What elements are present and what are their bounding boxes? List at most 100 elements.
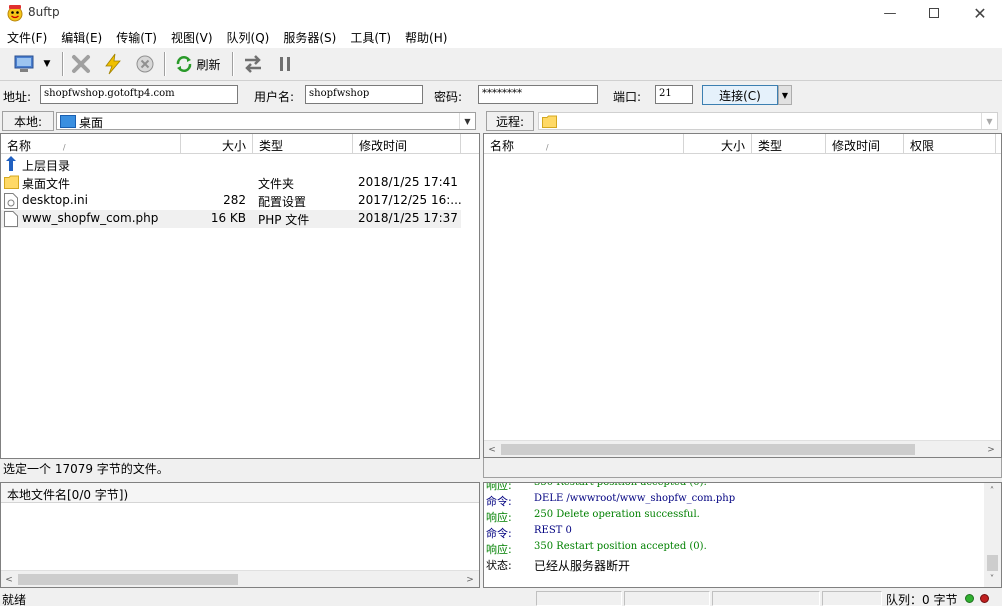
log-entry-message: 已经从服务器断开 — [534, 559, 631, 573]
local-path-text: 桌面 — [79, 116, 104, 130]
address-input[interactable]: shopfwshop.gotoftp4.com — [40, 85, 238, 104]
sort-asc-icon: / — [545, 143, 549, 152]
remote-col-permissions[interactable]: 权限 — [904, 134, 996, 154]
remote-col-type[interactable]: 类型 — [752, 134, 826, 154]
local-col-name[interactable]: 名称 / — [1, 134, 181, 154]
remote-col-name[interactable]: 名称 / — [484, 134, 684, 154]
connect-button[interactable]: 连接(C) — [702, 85, 778, 105]
file-size: 16 KB — [210, 211, 246, 225]
file-modified: 2018/1/25 17:41 — [358, 175, 458, 189]
scroll-right-icon[interactable]: > — [984, 443, 998, 456]
log-entry-message: 250 Delete operation successful. — [534, 509, 700, 520]
scroll-left-icon[interactable]: < — [485, 443, 499, 456]
local-col-size[interactable]: 大小 — [181, 134, 253, 154]
stop-icon — [136, 55, 154, 73]
log-entry-type: 命令: — [486, 495, 512, 508]
site-manager-button[interactable] — [10, 52, 38, 76]
scrollbar-thumb[interactable] — [501, 444, 915, 455]
remote-path-combo[interactable]: ▼ — [538, 112, 998, 130]
local-file-list: 名称 / 大小 类型 修改时间 上层目录 桌面文件 文件夹 2018/1/25 … — [0, 133, 480, 459]
maximize-button[interactable] — [912, 0, 956, 26]
file-row-selected[interactable]: www_shopfw_com.php 16 KB PHP 文件 2018/1/2… — [1, 210, 461, 228]
file-type: PHP 文件 — [258, 213, 310, 227]
scroll-up-icon[interactable]: ˄ — [985, 485, 999, 498]
menu-edit[interactable]: 编辑(E) — [54, 29, 109, 46]
close-icon: ✕ — [973, 3, 987, 23]
remote-col-modified[interactable]: 修改时间 — [826, 134, 904, 154]
menu-transfer[interactable]: 传输(T) — [109, 29, 164, 46]
toolbar-divider — [62, 52, 64, 76]
connect-dropdown-button[interactable]: ▼ — [778, 85, 792, 105]
parent-directory-icon — [4, 156, 20, 175]
menu-tools[interactable]: 工具(T) — [343, 29, 398, 46]
password-input[interactable]: ******** — [478, 85, 598, 104]
toolbar-divider — [232, 52, 234, 76]
username-input[interactable]: shopfwshop — [305, 85, 423, 104]
file-modified: 2018/1/25 17:37 — [358, 211, 458, 225]
receive-led-icon — [980, 594, 989, 603]
chevron-down-icon: ▼ — [43, 59, 51, 69]
sort-asc-icon: / — [62, 143, 66, 152]
file-row[interactable]: desktop.ini 282 配置设置 2017/12/25 16:... — [1, 192, 479, 210]
refresh-button[interactable]: 刷新 — [170, 52, 226, 76]
remote-path-bar: 远程: ▼ — [484, 110, 1002, 134]
transfer-arrows-icon — [245, 55, 261, 73]
minimize-button[interactable]: — — [868, 0, 912, 26]
remote-status-bar — [483, 458, 1002, 478]
folder-icon — [542, 115, 557, 131]
address-label: 地址: — [3, 90, 32, 104]
chevron-down-icon[interactable]: ▼ — [981, 113, 997, 129]
log-entry-message: DELE /wwwroot/www_shopfw_com.php — [534, 493, 736, 504]
log-entry-type: 响应: — [486, 543, 512, 556]
remote-tab[interactable]: 远程: — [486, 111, 534, 131]
quick-connect-button[interactable] — [100, 52, 126, 76]
file-name: 桌面文件 — [22, 177, 71, 191]
log-entry-type: 响应: — [486, 511, 512, 524]
port-input[interactable]: 21 — [655, 85, 693, 104]
document-icon — [4, 211, 18, 230]
close-button[interactable]: ✕ — [958, 0, 1002, 26]
toolbar-divider — [164, 52, 166, 76]
scrollbar-thumb[interactable] — [987, 555, 998, 571]
transfer-mode-button[interactable] — [240, 52, 266, 76]
local-path-bar: 本地: 桌面 ▼ — [0, 110, 480, 134]
username-label: 用户名: — [254, 90, 295, 104]
remote-list-header: 名称 / 大小 类型 修改时间 权限 — [484, 134, 1001, 154]
stop-button[interactable] — [132, 52, 158, 76]
log-vertical-scrollbar[interactable]: ˄ ˅ — [984, 483, 1001, 587]
menu-help[interactable]: 帮助(H) — [398, 29, 454, 46]
local-path-combo[interactable]: 桌面 ▼ — [56, 112, 476, 130]
status-bar: 就绪 队列：0 字节 — [0, 590, 1002, 606]
send-led-icon — [965, 594, 974, 603]
local-col-modified[interactable]: 修改时间 — [353, 134, 461, 154]
disconnect-button[interactable] — [68, 52, 94, 76]
log-entry-type: 响应: — [486, 482, 512, 492]
menu-bar: 文件(F) 编辑(E) 传输(T) 视图(V) 队列(Q) 服务器(S) 工具(… — [0, 26, 1002, 48]
status-pane — [712, 591, 820, 606]
scroll-down-icon[interactable]: ˅ — [985, 573, 999, 586]
file-row[interactable]: 桌面文件 文件夹 2018/1/25 17:41 — [1, 174, 479, 192]
scroll-left-icon[interactable]: < — [2, 573, 16, 586]
menu-file[interactable]: 文件(F) — [0, 29, 54, 46]
toolbar: ▼ 刷新 — [0, 48, 1002, 80]
scroll-right-icon[interactable]: > — [463, 573, 477, 586]
file-type: 文件夹 — [258, 177, 295, 191]
menu-queue[interactable]: 队列(Q) — [220, 29, 277, 46]
remote-col-size[interactable]: 大小 — [684, 134, 752, 154]
log-entry-message: 350 Restart position accepted (0). — [534, 482, 707, 488]
scrollbar-thumb[interactable] — [18, 574, 238, 585]
pause-button[interactable] — [272, 52, 298, 76]
queue-horizontal-scrollbar[interactable]: < > — [1, 570, 479, 587]
refresh-icon — [177, 56, 192, 72]
local-tab[interactable]: 本地: — [2, 111, 54, 131]
remote-horizontal-scrollbar[interactable]: < > — [484, 440, 1001, 457]
local-col-type[interactable]: 类型 — [253, 134, 353, 154]
file-row-parent[interactable]: 上层目录 — [1, 156, 479, 174]
file-name: 上层目录 — [22, 159, 71, 173]
minimize-icon: — — [883, 5, 897, 21]
menu-view[interactable]: 视图(V) — [164, 29, 220, 46]
port-label: 端口: — [613, 90, 642, 104]
site-dropdown-button[interactable]: ▼ — [38, 52, 56, 76]
chevron-down-icon[interactable]: ▼ — [459, 113, 475, 129]
menu-server[interactable]: 服务器(S) — [276, 29, 343, 46]
